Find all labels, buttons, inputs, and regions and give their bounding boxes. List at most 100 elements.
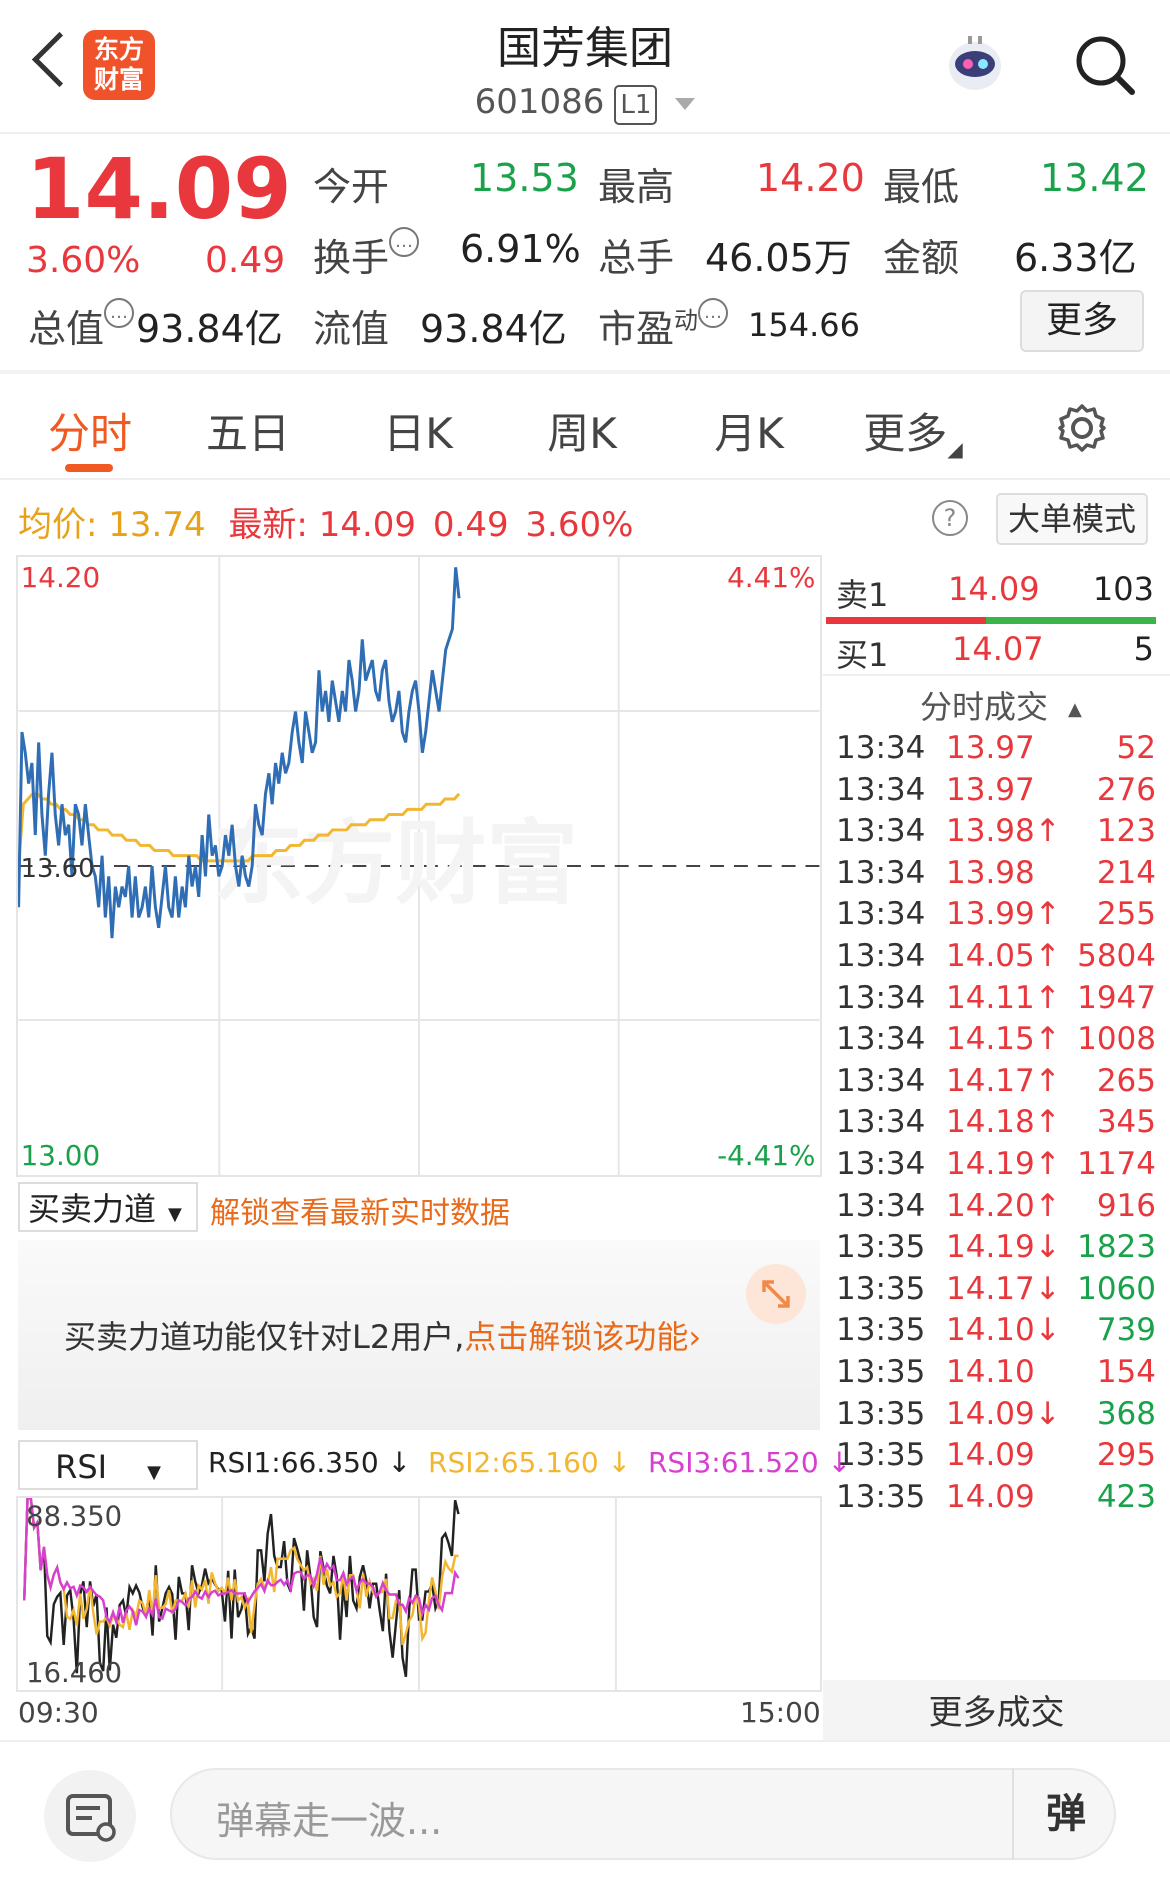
trade-volume: 916	[1096, 1187, 1156, 1224]
trade-row: 13:34 14.17↑ 265	[836, 1063, 1156, 1099]
note-settings-icon[interactable]	[44, 1770, 136, 1862]
trade-volume: 1823	[1077, 1229, 1156, 1266]
trade-row: 13:34 13.99↑ 255	[836, 896, 1156, 932]
tab-more-label: 更多	[863, 409, 948, 458]
chevron-right-icon: ›	[688, 1318, 702, 1356]
sell-qty: 103	[1092, 570, 1154, 608]
trades-title[interactable]: 分时成交 ▲	[920, 682, 1082, 728]
trade-price: 13.97	[946, 730, 1035, 766]
settings-gear-icon[interactable]	[1056, 402, 1108, 454]
sell-label: 卖1	[836, 576, 889, 614]
info-icon[interactable]: …	[698, 298, 729, 328]
tab-monthly-k[interactable]: 月K	[697, 400, 801, 461]
rsi-selector-label: RSI	[55, 1448, 108, 1486]
trade-time: 13:35	[836, 1229, 926, 1266]
trade-volume: 739	[1096, 1312, 1156, 1349]
trade-volume: 295	[1096, 1437, 1156, 1474]
more-quote-button[interactable]: 更多	[1020, 290, 1144, 352]
trade-time: 13:35	[836, 1270, 926, 1307]
trade-time: 13:34	[836, 938, 926, 974]
trade-row: 13:34 13.98 214	[836, 855, 1156, 891]
tab-weekly-k[interactable]: 周K	[530, 400, 634, 461]
trade-row: 13:35 14.10↓ 739	[836, 1312, 1156, 1348]
y-mid-label: 13.60	[21, 854, 95, 884]
chevron-down-icon[interactable]	[675, 97, 696, 110]
trade-row: 13:35 14.10 154	[836, 1354, 1156, 1390]
intraday-chart[interactable]: 东方财富 14.20 13.60 13.00 4.41% -4.41%	[16, 555, 822, 1177]
trade-price: 14.10↓	[946, 1312, 1061, 1349]
unlock-realtime-link[interactable]: 解锁查看最新实时数据	[210, 1188, 510, 1232]
robot-assistant-icon[interactable]	[940, 30, 1010, 100]
x-end-label: 15:00	[740, 1696, 821, 1729]
info-icon[interactable]: …	[104, 298, 135, 328]
tab-intraday[interactable]: 分时	[38, 400, 142, 461]
search-icon[interactable]	[1070, 30, 1140, 100]
more-trades-button[interactable]: 更多成交	[823, 1680, 1170, 1746]
trade-row: 13:35 14.09↓ 368	[836, 1396, 1156, 1432]
trade-price: 14.19↓	[946, 1229, 1061, 1266]
change-amount: 0.49	[205, 240, 286, 281]
divider	[823, 674, 1170, 676]
rsi-chart[interactable]: 88.350 16.460	[16, 1496, 822, 1692]
pe-label[interactable]: 市盈动…	[598, 298, 729, 353]
force-selector[interactable]: 买卖力道 ▼	[18, 1182, 198, 1232]
tab-daily-k[interactable]: 日K	[366, 400, 470, 461]
trade-row: 13:34 14.11↑ 1947	[836, 980, 1156, 1016]
trade-price: 14.15↑	[946, 1021, 1061, 1058]
trades-title-text: 分时成交	[920, 688, 1049, 726]
market-cap-label[interactable]: 总值…	[28, 298, 135, 353]
rsi-top-label: 88.350	[26, 1501, 122, 1532]
high-label: 最高	[598, 165, 675, 209]
info-icon[interactable]: …	[389, 227, 420, 257]
help-icon[interactable]: ?	[932, 500, 968, 536]
trade-row: 13:34 14.20↑ 916	[836, 1188, 1156, 1224]
trade-price: 14.10	[946, 1354, 1035, 1390]
trade-volume: 368	[1096, 1395, 1156, 1432]
trade-time: 13:34	[836, 979, 926, 1016]
trade-time: 13:34	[836, 896, 926, 933]
trade-time: 13:34	[836, 854, 926, 891]
big-order-mode-button[interactable]: 大单模式	[996, 493, 1148, 545]
divider	[0, 370, 1170, 374]
latest-label: 最新:	[228, 505, 308, 545]
float-cap-value: 93.84亿	[420, 307, 567, 351]
change-percent: 3.60%	[26, 240, 141, 281]
price-info-line: 均价: 13.74 最新: 14.09 0.49 3.60%	[18, 497, 633, 546]
trade-volume: 345	[1096, 1104, 1156, 1141]
pct-top-label: 4.41%	[727, 561, 815, 594]
trade-price: 14.20↑	[946, 1187, 1061, 1224]
y-top-label: 14.20	[21, 561, 101, 594]
trade-time: 13:34	[836, 771, 926, 808]
trade-volume: 1060	[1077, 1270, 1156, 1307]
trade-row: 13:35 14.09 295	[836, 1437, 1156, 1473]
rsi3-value: RSI3:61.520 ↓	[647, 1446, 852, 1479]
trade-volume: 52	[1116, 730, 1156, 766]
low-value: 13.42	[1040, 156, 1149, 200]
trade-volume: 1008	[1077, 1021, 1156, 1058]
open-label: 今开	[313, 165, 390, 209]
float-cap-label: 流值	[313, 307, 390, 351]
low-label: 最低	[883, 165, 960, 209]
turnover-label[interactable]: 换手…	[313, 227, 420, 282]
tab-more[interactable]: 更多◢	[858, 400, 968, 461]
rsi1-value: RSI1:66.350 ↓	[208, 1446, 412, 1479]
expand-icon[interactable]	[746, 1264, 806, 1324]
trade-volume: 1174	[1077, 1146, 1156, 1182]
trade-volume: 423	[1096, 1478, 1156, 1515]
y-bottom-label: 13.00	[21, 1139, 101, 1172]
trade-price: 14.09	[946, 1437, 1035, 1474]
unlock-feature-link[interactable]: 点击解锁该功能›	[464, 1318, 701, 1356]
stock-code: 601086	[474, 82, 605, 122]
rsi-selector[interactable]: RSI ▼	[18, 1440, 198, 1490]
latest-pct: 3.60%	[525, 505, 634, 545]
trade-time: 13:35	[836, 1354, 926, 1390]
trade-volume: 5804	[1077, 938, 1156, 974]
volume-label: 总手	[598, 236, 675, 280]
tab-five-day[interactable]: 五日	[196, 400, 300, 461]
danmu-send-button[interactable]: 弹	[1012, 1768, 1118, 1860]
trade-row: 13:34 14.15↑ 1008	[836, 1021, 1156, 1057]
latest-price: 14.09	[318, 505, 417, 545]
trade-time: 13:35	[836, 1395, 926, 1432]
rsi-grid	[221, 1498, 617, 1690]
buy-ratio-bar	[986, 617, 1156, 624]
